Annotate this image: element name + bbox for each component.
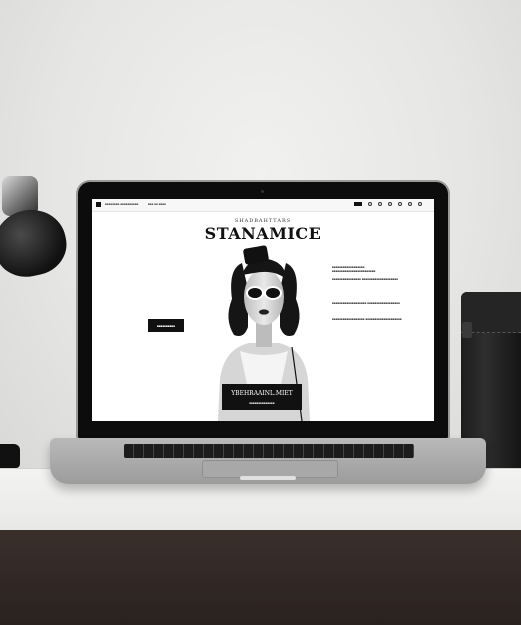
laptop-screen: ■■■■■■■■ ■■■■■■■■■■ ■■■ ■■ ■■■■ SHADBAHT…	[92, 199, 434, 421]
edit-icon[interactable]	[398, 202, 402, 206]
browser-toggle[interactable]	[354, 202, 362, 206]
info-text-2: ■■■■■■■■■■■■■■■■ ■■■■■■■■■■■■■■■■■■■■	[332, 277, 399, 281]
browser-nav[interactable]: ■■■ ■■ ■■■■	[148, 202, 166, 206]
featured-collection-button[interactable]: YBEHRAAINL.MIET ■■■■■■■■■■■■■■	[222, 384, 302, 410]
laptop-base	[50, 438, 486, 484]
laptop-notch	[240, 476, 296, 480]
browser-bar: ■■■■■■■■ ■■■■■■■■■■ ■■■ ■■ ■■■■	[92, 199, 434, 212]
info-text-1: ■■■■■■■■■■■■■■■■■■ ■■■■■■■■■■■■■■■■■■■■■…	[332, 265, 376, 273]
caption-title: YBEHRAAINL.MIET	[231, 389, 293, 397]
info-text-4: ■■■■■■■■■■■■■■■■■■ ■■■■■■■■■■■■■■■■■■■■	[332, 317, 402, 321]
caption-subtitle: ■■■■■■■■■■■■■■	[249, 400, 275, 405]
settings-icon[interactable]	[388, 202, 392, 206]
photo-scene: ■■■■■■■■ ■■■■■■■■■■ ■■■ ■■ ■■■■ SHADBAHT…	[0, 0, 521, 625]
keyboard	[124, 444, 414, 458]
desk-front	[0, 530, 521, 625]
shop-button[interactable]: ■■■■■■■■■■	[148, 319, 184, 332]
info-text-3: ■■■■■■■■■■■■■■■■■■■ ■■■■■■■■■■■■■■■■■■	[332, 301, 400, 305]
bookmark-icon[interactable]	[408, 202, 412, 206]
laptop-lid: ■■■■■■■■ ■■■■■■■■■■ ■■■ ■■ ■■■■ SHADBAHT…	[78, 182, 448, 440]
browser-title: ■■■■■■■■ ■■■■■■■■■■	[105, 202, 139, 206]
webcam-icon	[261, 190, 264, 193]
storage-box-clasp	[462, 322, 472, 338]
lamp-base	[0, 444, 20, 468]
dot-icon[interactable]	[368, 202, 372, 206]
refresh-icon[interactable]	[378, 202, 382, 206]
menu-icon[interactable]	[418, 202, 422, 206]
browser-logo-icon	[96, 202, 101, 207]
